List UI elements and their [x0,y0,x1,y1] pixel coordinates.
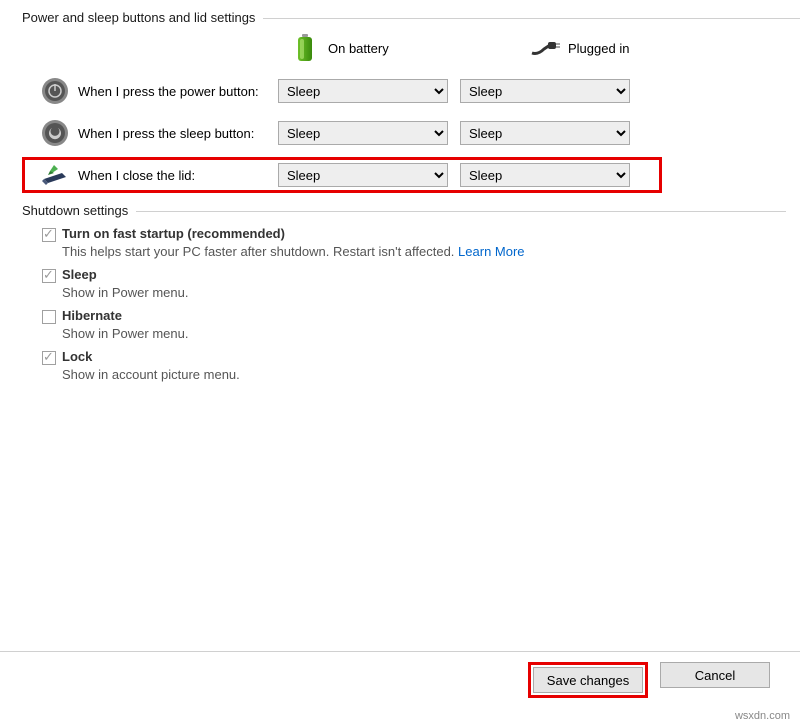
sleep-checkbox[interactable] [42,269,56,283]
section-title-power-buttons: Power and sleep buttons and lid settings [22,10,800,25]
cancel-button[interactable]: Cancel [660,662,770,688]
sleep-button-battery-select[interactable]: Sleep [278,121,448,145]
lock-desc: Show in account picture menu. [62,367,800,382]
row-power-button: When I press the power button: Sleep Sle… [40,73,800,109]
fast-startup-desc: This helps start your PC faster after sh… [62,244,800,259]
power-button-battery-select[interactable]: Sleep [278,79,448,103]
save-button-highlight: Save changes [528,662,648,698]
hibernate-label: Hibernate [62,308,122,323]
power-button-icon [40,76,70,106]
column-header-battery: On battery [290,33,470,63]
row-power-button-label: When I press the power button: [78,84,278,99]
plug-icon [530,33,560,63]
sleep-desc: Show in Power menu. [62,285,800,300]
watermark: wsxdn.com [735,710,790,722]
fast-startup-checkbox[interactable] [42,228,56,242]
power-button-plugged-select[interactable]: Sleep [460,79,630,103]
close-lid-plugged-select[interactable]: Sleep [460,163,630,187]
hibernate-desc: Show in Power menu. [62,326,800,341]
save-button[interactable]: Save changes [533,667,643,693]
column-header-plugged-label: Plugged in [568,41,629,56]
lock-label: Lock [62,349,92,364]
laptop-lid-icon [40,160,70,190]
footer: Save changes Cancel [0,651,800,698]
learn-more-link[interactable]: Learn More [458,244,524,259]
row-sleep-button: When I press the sleep button: Sleep Sle… [40,115,800,151]
row-sleep-button-label: When I press the sleep button: [78,126,278,141]
column-header-battery-label: On battery [328,41,389,56]
column-header-plugged: Plugged in [530,33,710,63]
lock-checkbox[interactable] [42,351,56,365]
sleep-button-icon [40,118,70,148]
fast-startup-label: Turn on fast startup (recommended) [62,226,285,241]
hibernate-checkbox[interactable] [42,310,56,324]
sleep-button-plugged-select[interactable]: Sleep [460,121,630,145]
row-close-lid: When I close the lid: Sleep Sleep [22,157,662,193]
battery-icon [290,33,320,63]
section-title-shutdown: Shutdown settings [22,203,800,218]
row-close-lid-label: When I close the lid: [78,168,278,183]
close-lid-battery-select[interactable]: Sleep [278,163,448,187]
sleep-label: Sleep [62,267,97,282]
